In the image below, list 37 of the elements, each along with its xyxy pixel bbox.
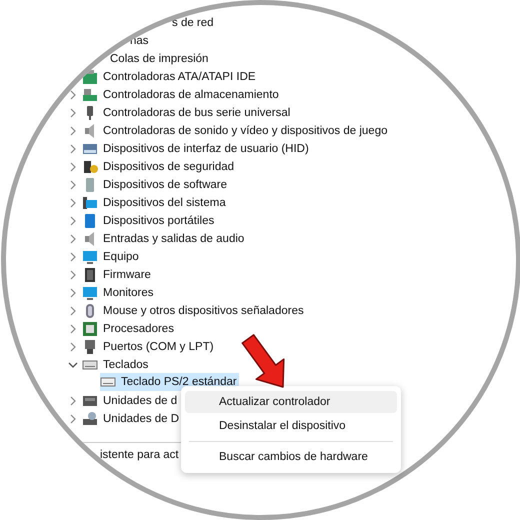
tree-item[interactable]: Controladoras de bus serie universal xyxy=(82,104,292,122)
tree-item[interactable]: Equipo xyxy=(82,248,141,266)
tree-item[interactable]: Dispositivos portátiles xyxy=(82,212,216,230)
board-icon xyxy=(82,69,98,85)
tree-item[interactable]: Dispositivos del sistema xyxy=(82,194,228,212)
tree-item[interactable]: Puertos (COM y LPT) xyxy=(82,338,216,356)
monitor-icon xyxy=(82,195,98,211)
tree-item[interactable]: Procesadores xyxy=(82,320,176,338)
menu-item[interactable]: Desinstalar el dispositivo xyxy=(185,415,397,437)
tree-item[interactable]: Unidades de d xyxy=(82,392,180,410)
monitor-icon xyxy=(82,285,98,301)
tree-item[interactable]: Unidades de D xyxy=(82,410,182,428)
menu-item[interactable]: Actualizar controlador xyxy=(185,391,397,413)
tree-item[interactable]: s de red xyxy=(172,16,216,30)
tree-item[interactable]: Monitores xyxy=(82,284,156,302)
tree-item[interactable]: Controladoras ATA/ATAPI IDE xyxy=(82,68,258,86)
tree-item[interactable]: Dispositivos de software xyxy=(82,176,229,194)
chip-icon xyxy=(82,267,98,283)
tree-item[interactable]: Colas de impresión xyxy=(110,52,210,66)
processor-icon xyxy=(82,321,98,337)
port-icon xyxy=(82,339,98,355)
tree-item[interactable]: Dispositivos de interfaz de usuario (HID) xyxy=(82,140,311,158)
tree-item[interactable]: Controladoras de sonido y vídeo y dispositivos de juego xyxy=(82,122,390,140)
tree-item[interactable]: Dispositivos de seguridad xyxy=(82,158,236,176)
tree-item[interactable]: Mouse y otros dispositivos señaladores xyxy=(82,302,306,320)
tree-item[interactable]: Controladoras de almacenamiento xyxy=(82,86,281,104)
shield-icon xyxy=(82,159,98,175)
tree-item[interactable]: Firmware xyxy=(82,266,153,284)
monitor-icon xyxy=(82,249,98,265)
pointer-arrow-icon xyxy=(242,334,285,388)
drive-icon xyxy=(82,393,98,409)
tablet-icon xyxy=(82,213,98,229)
tree-item[interactable]: Teclados xyxy=(82,356,150,374)
disc-drive-icon xyxy=(82,411,98,427)
tree-item[interactable]: Entradas y salidas de audio xyxy=(82,230,246,248)
keyboard-icon xyxy=(82,141,98,157)
storage-icon xyxy=(82,87,98,103)
